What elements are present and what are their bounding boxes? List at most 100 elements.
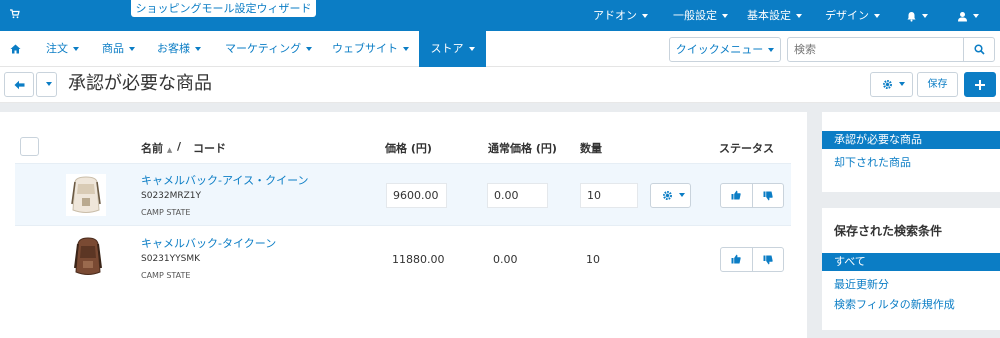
chevron-down-icon [642, 14, 648, 18]
plus-icon [975, 80, 985, 90]
home-icon [10, 44, 21, 54]
menu-general-settings[interactable]: 一般設定 [673, 0, 728, 31]
menu-basic-settings[interactable]: 基本設定 [747, 0, 802, 31]
price-input[interactable]: 9600.00 [386, 183, 447, 208]
save-button[interactable]: 保存 [917, 72, 958, 97]
sidebar-item-pending-approval[interactable]: 承認が必要な商品 [822, 131, 1000, 149]
row-settings-button[interactable] [650, 183, 691, 208]
chevron-down-icon [874, 14, 880, 18]
quantity-input[interactable]: 10 [580, 183, 638, 208]
list-price-input[interactable]: 0.00 [487, 183, 548, 208]
reject-button[interactable] [753, 248, 784, 271]
product-brand: CAMP STATE [141, 271, 191, 280]
chevron-down-icon [195, 47, 201, 51]
quick-menu-label: クイックメニュー [675, 43, 764, 56]
setup-wizard-link[interactable]: ショッピングモール設定ウィザード [131, 0, 316, 17]
product-thumbnail[interactable] [68, 236, 108, 278]
chevron-down-icon [679, 193, 685, 197]
product-thumbnail[interactable] [66, 174, 106, 216]
page-title: 承認が必要な商品 [68, 73, 212, 94]
chevron-down-icon [403, 47, 409, 51]
menu-design-label: デザイン [825, 9, 869, 22]
notifications-menu[interactable] [906, 0, 928, 31]
bell-icon [907, 11, 916, 22]
nav-store[interactable]: ストア [419, 31, 486, 67]
nav-orders[interactable]: 注文 [46, 31, 79, 67]
nav-store-label: ストア [430, 42, 464, 55]
user-menu[interactable] [957, 0, 979, 31]
filter-panel [822, 112, 1000, 192]
list-price-value: 0.00 [493, 253, 518, 266]
chevron-down-icon [922, 14, 928, 18]
approve-button[interactable] [721, 248, 752, 271]
search-input[interactable] [787, 37, 964, 62]
back-button[interactable] [4, 72, 34, 97]
saved-searches-title: 保存された検索条件 [834, 224, 943, 238]
nav-home[interactable] [10, 31, 21, 67]
settings-dropdown-button[interactable] [870, 72, 913, 97]
create-search-filter-link[interactable]: 検索フィルタの新規作成 [834, 296, 955, 312]
quick-menu-button[interactable]: クイックメニュー [669, 37, 781, 62]
select-all-checkbox[interactable] [20, 137, 39, 156]
chevron-down-icon [899, 82, 905, 86]
chevron-down-icon [129, 47, 135, 51]
main-nav: 注文 商品 お客様 マーケティング ウェブサイト ストア クイックメニュー [0, 31, 1000, 67]
column-code-header[interactable]: コード [193, 140, 226, 156]
nav-orders-label: 注文 [46, 42, 68, 55]
saved-search-all[interactable]: すべて [822, 253, 1000, 271]
product-name-link[interactable]: キャメルバック-アイス・クイーン [141, 172, 309, 188]
approve-button[interactable] [721, 184, 752, 207]
saved-search-recent[interactable]: 最近更新分 [834, 276, 889, 292]
nav-customers-label: お客様 [157, 42, 190, 55]
gear-icon [662, 190, 673, 201]
add-button[interactable] [964, 72, 996, 97]
gear-icon [882, 79, 893, 90]
thumbs-up-icon [731, 254, 741, 264]
nav-website[interactable]: ウェブサイト [332, 31, 409, 67]
chevron-down-icon [722, 14, 728, 18]
column-name-label: 名前 [141, 142, 163, 155]
sort-asc-icon: ▲ [166, 146, 173, 154]
chevron-down-icon [796, 14, 802, 18]
column-list-price-header[interactable]: 通常価格 (円) [488, 140, 557, 156]
cart-icon[interactable] [10, 9, 20, 19]
arrow-left-icon [14, 80, 25, 90]
user-icon [958, 11, 967, 21]
product-code: S0231YYSMK [141, 254, 200, 264]
quantity-value: 10 [586, 253, 600, 266]
chevron-down-icon [468, 47, 475, 51]
nav-products[interactable]: 商品 [102, 31, 135, 67]
status-button-group [720, 183, 784, 208]
chevron-down-icon [768, 48, 775, 52]
status-button-group [720, 247, 784, 272]
column-status-header[interactable]: ステータス [719, 140, 774, 156]
thumbs-up-icon [731, 190, 741, 200]
search-button[interactable] [963, 37, 995, 62]
product-brand: CAMP STATE [141, 208, 191, 217]
thumbs-down-icon [763, 255, 773, 265]
menu-design[interactable]: デザイン [825, 0, 880, 31]
chevron-down-icon [973, 14, 979, 18]
menu-addons-label: アドオン [593, 9, 637, 22]
chevron-down-icon [73, 47, 79, 51]
product-name-link[interactable]: キャメルバック-タイクーン [141, 235, 276, 251]
column-separator: / [177, 140, 182, 153]
nav-marketing[interactable]: マーケティング [225, 31, 313, 67]
product-code: S0232MRZ1Y [141, 191, 202, 201]
nav-website-label: ウェブサイト [332, 42, 398, 55]
sidebar-item-rejected[interactable]: 却下された商品 [834, 154, 911, 170]
reject-button[interactable] [753, 184, 784, 207]
nav-products-label: 商品 [102, 42, 124, 55]
nav-customers[interactable]: お客様 [157, 31, 201, 67]
thumbs-down-icon [763, 191, 773, 201]
column-name-header[interactable]: 名前 ▲ [141, 140, 172, 156]
chevron-down-icon [46, 82, 52, 86]
column-price-header[interactable]: 価格 (円) [385, 140, 432, 156]
history-dropdown-button[interactable] [36, 72, 57, 97]
column-quantity-header[interactable]: 数量 [580, 140, 602, 156]
top-bar: ショッピングモール設定ウィザード アドオン 一般設定 基本設定 デザイン [0, 0, 1000, 31]
price-value: 11880.00 [392, 253, 445, 266]
menu-general-settings-label: 一般設定 [673, 9, 717, 22]
search-icon [974, 44, 985, 55]
menu-addons[interactable]: アドオン [593, 0, 648, 31]
